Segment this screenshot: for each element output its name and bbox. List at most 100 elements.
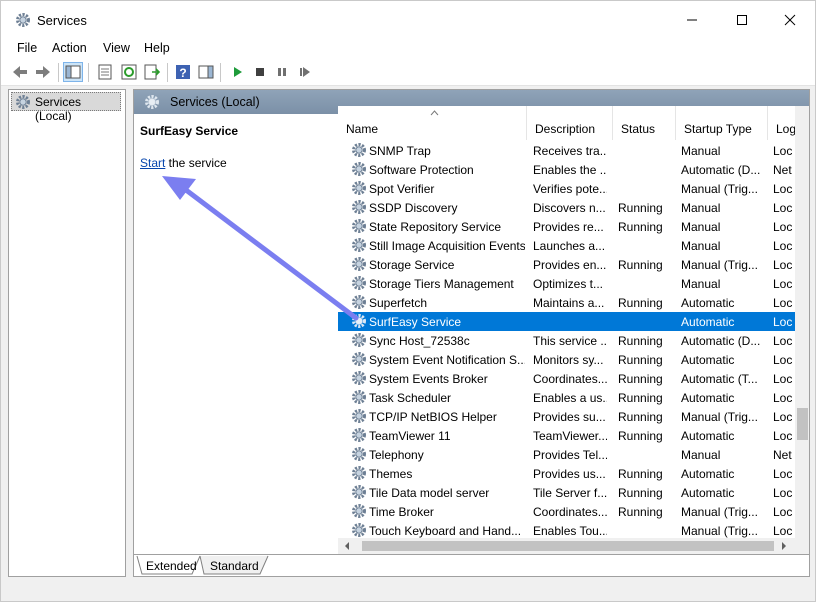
scrollbar-thumb[interactable] bbox=[797, 408, 808, 440]
service-row[interactable]: Spot Verifier Verifies pote... Manual (Tri… bbox=[338, 179, 798, 198]
vertical-scrollbar[interactable] bbox=[795, 106, 809, 554]
scroll-left-icon[interactable] bbox=[344, 542, 350, 550]
scroll-right-icon[interactable] bbox=[781, 542, 787, 550]
service-row[interactable]: Telephony Provides Tel... Manual Net bbox=[338, 445, 798, 464]
service-name: Tile Data model server bbox=[369, 486, 490, 500]
properties-icon[interactable] bbox=[96, 63, 114, 81]
service-gear-icon bbox=[352, 428, 366, 442]
service-status: Running bbox=[618, 334, 663, 348]
service-gear-icon bbox=[352, 523, 366, 537]
service-action-text: the service bbox=[165, 156, 227, 170]
gear-icon bbox=[16, 95, 30, 109]
service-row[interactable]: System Event Notification S... Monitors s… bbox=[338, 350, 798, 369]
service-name: Telephony bbox=[369, 448, 424, 462]
column-header-label: Startup Type bbox=[684, 122, 752, 136]
service-gear-icon bbox=[352, 390, 366, 404]
service-gear-icon bbox=[352, 162, 366, 176]
service-name: Software Protection bbox=[369, 163, 474, 177]
service-name: SurfEasy Service bbox=[369, 315, 462, 329]
menu-help[interactable]: Help bbox=[144, 41, 170, 55]
service-startup-type: Manual bbox=[681, 201, 721, 215]
service-startup-type: Automatic (T... bbox=[681, 372, 758, 386]
service-name: Task Scheduler bbox=[369, 391, 452, 405]
column-header-startup-type[interactable]: Startup Type bbox=[676, 106, 768, 140]
service-startup-type: Automatic bbox=[681, 486, 735, 500]
service-description: Verifies pote... bbox=[533, 182, 607, 196]
console-tree-icon[interactable] bbox=[63, 62, 83, 82]
title-bar[interactable]: Services bbox=[1, 1, 815, 39]
service-name: Touch Keyboard and Hand... bbox=[369, 524, 522, 538]
column-header-log-on-as[interactable]: Log bbox=[768, 106, 798, 140]
column-header-description[interactable]: Description bbox=[527, 106, 613, 140]
service-row[interactable]: Storage Tiers Management Optimizes t... Ma… bbox=[338, 274, 798, 293]
minimize-button[interactable] bbox=[669, 1, 715, 39]
start-service-link[interactable]: Start bbox=[140, 156, 165, 170]
tree-item-services-local[interactable]: Services (Local) bbox=[11, 92, 121, 123]
service-gear-icon bbox=[352, 466, 366, 480]
action-pane-icon[interactable] bbox=[197, 63, 215, 81]
service-row[interactable]: Storage Service Provides en... Running Manu… bbox=[338, 255, 798, 274]
service-status: Running bbox=[618, 505, 663, 519]
status-bar bbox=[1, 581, 815, 601]
service-name: State Repository Service bbox=[369, 220, 502, 234]
service-row[interactable]: Themes Provides us... Running Automatic Loc bbox=[338, 464, 798, 483]
service-name: Themes bbox=[369, 467, 413, 481]
service-row[interactable]: TCP/IP NetBIOS Helper Provides su... Runni… bbox=[338, 407, 798, 426]
service-gear-icon bbox=[352, 181, 366, 195]
play-icon[interactable] bbox=[229, 63, 247, 81]
service-status: Running bbox=[618, 220, 663, 234]
service-row[interactable]: System Events Broker Coordinates... Runnin… bbox=[338, 369, 798, 388]
service-row[interactable]: Task Scheduler Enables a us... Running Auto… bbox=[338, 388, 798, 407]
scrollbar-thumb[interactable] bbox=[362, 541, 774, 551]
column-header-status[interactable]: Status bbox=[613, 106, 676, 140]
service-row[interactable]: Tile Data model server Tile Server f... Ru… bbox=[338, 483, 798, 502]
menu-file[interactable]: File bbox=[17, 41, 37, 55]
restart-icon[interactable] bbox=[296, 63, 314, 81]
maximize-button[interactable] bbox=[719, 1, 765, 39]
service-row[interactable]: SurfEasy Service Automatic Loc bbox=[338, 312, 798, 331]
service-description: Receives tra... bbox=[533, 144, 607, 158]
service-status: Running bbox=[618, 429, 663, 443]
service-name: Time Broker bbox=[369, 505, 434, 519]
menu-view[interactable]: View bbox=[103, 41, 130, 55]
service-row[interactable]: State Repository Service Provides re... Ru… bbox=[338, 217, 798, 236]
service-startup-type: Manual (Trig... bbox=[681, 410, 758, 424]
column-header-name[interactable]: Name bbox=[338, 106, 527, 140]
help-icon[interactable]: ? bbox=[174, 63, 192, 81]
forward-icon[interactable] bbox=[34, 63, 52, 81]
service-name: TCP/IP NetBIOS Helper bbox=[369, 410, 497, 424]
back-icon[interactable] bbox=[11, 63, 29, 81]
service-row[interactable]: Superfetch Maintains a... Running Automatic… bbox=[338, 293, 798, 312]
sort-ascending-icon bbox=[430, 110, 439, 116]
close-button[interactable] bbox=[767, 1, 813, 39]
service-row[interactable]: Software Protection Enables the ... Automa… bbox=[338, 160, 798, 179]
service-name: Storage Tiers Management bbox=[369, 277, 514, 291]
services-window: Services File Action View Help ? Service… bbox=[0, 0, 816, 602]
service-name: SNMP Trap bbox=[369, 144, 431, 158]
service-row[interactable]: SSDP Discovery Discovers n... Running Manua… bbox=[338, 198, 798, 217]
service-row[interactable]: TeamViewer 11 TeamViewer... Running Automat… bbox=[338, 426, 798, 445]
service-gear-icon bbox=[352, 257, 366, 271]
pause-icon[interactable] bbox=[273, 63, 291, 81]
service-row[interactable]: Still Image Acquisition Events Launches a… bbox=[338, 236, 798, 255]
service-row[interactable]: SNMP Trap Receives tra... Manual Loc bbox=[338, 141, 798, 160]
service-description: Enables a us... bbox=[533, 391, 607, 405]
service-name: Spot Verifier bbox=[369, 182, 435, 196]
column-header-label: Status bbox=[621, 122, 656, 136]
service-gear-icon bbox=[352, 447, 366, 461]
menu-action[interactable]: Action bbox=[52, 41, 87, 55]
service-gear-icon bbox=[352, 485, 366, 499]
minimize-icon bbox=[687, 19, 697, 21]
toolbar: ? bbox=[1, 59, 815, 86]
window-title: Services bbox=[37, 13, 87, 28]
stop-icon[interactable] bbox=[251, 63, 269, 81]
service-row[interactable]: Time Broker Coordinates... Running Manual (… bbox=[338, 502, 798, 521]
service-status: Running bbox=[618, 486, 663, 500]
horizontal-scrollbar[interactable] bbox=[338, 538, 795, 554]
refresh-icon[interactable] bbox=[120, 63, 138, 81]
service-description: Maintains a... bbox=[533, 296, 605, 310]
service-row[interactable]: Sync Host_72538c This service ... Running A… bbox=[338, 331, 798, 350]
services-list: Name Description Status Startup Type Log… bbox=[338, 106, 798, 554]
export-icon[interactable] bbox=[143, 63, 161, 81]
service-startup-type: Automatic (D... bbox=[681, 334, 761, 348]
